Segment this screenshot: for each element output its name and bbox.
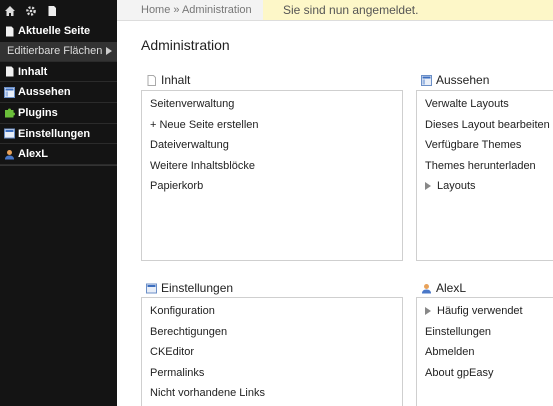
sidebar-item-label: AlexL xyxy=(18,148,48,161)
link-haeufig-verwendet[interactable]: Häufig verwendet xyxy=(417,301,553,322)
settings-window-icon xyxy=(146,283,157,294)
panel-aussehen: Verwalte Layouts Dieses Layout bearbeite… xyxy=(416,90,553,261)
sidebar-item-label: Plugins xyxy=(18,106,58,119)
link-neue-seite-erstellen[interactable]: + Neue Seite erstellen xyxy=(142,115,402,136)
page-title: Administration xyxy=(141,37,230,53)
sidebar-item-label: Einstellungen xyxy=(18,127,91,140)
panel-inhalt: Seitenverwaltung + Neue Seite erstellen … xyxy=(141,90,403,261)
link-nicht-vorhandene-links[interactable]: Nicht vorhandene Links xyxy=(142,383,402,404)
link-weitere-inhaltsbloecke[interactable]: Weitere Inhaltsblöcke xyxy=(142,156,402,177)
panel-title: Inhalt xyxy=(161,73,191,87)
breadcrumb: Home » Administration xyxy=(141,4,252,16)
sidebar-item-label: Aktuelle Seite xyxy=(18,25,91,38)
link-berechtigungen[interactable]: Berechtigungen xyxy=(142,322,402,343)
sidebar-item-einstellungen[interactable]: Einstellungen xyxy=(0,124,117,145)
panel-header-aussehen: Aussehen xyxy=(421,73,489,87)
panel-title: Einstellungen xyxy=(161,281,234,295)
link-themes-herunterladen[interactable]: Themes herunterladen xyxy=(417,156,553,177)
link-einstellungen[interactable]: Einstellungen xyxy=(417,322,553,343)
panel-header-einstellungen: Einstellungen xyxy=(146,281,233,295)
panel-title: Aussehen xyxy=(436,73,490,87)
sidebar-toolbar xyxy=(0,0,117,21)
sidebar-item-label: Inhalt xyxy=(18,65,48,78)
link-label: Layouts xyxy=(437,180,476,193)
link-konfiguration[interactable]: Konfiguration xyxy=(142,301,402,322)
gear-icon[interactable] xyxy=(25,5,37,17)
link-layout-bearbeiten[interactable]: Dieses Layout bearbeiten xyxy=(417,115,553,136)
link-papierkorb[interactable]: Papierkorb xyxy=(142,176,402,197)
puzzle-icon xyxy=(4,107,15,118)
link-about-gpeasy[interactable]: About gpEasy xyxy=(417,363,553,384)
link-verwalte-layouts[interactable]: Verwalte Layouts xyxy=(417,94,553,115)
login-notice: Sie sind nun angemeldet. xyxy=(263,0,553,20)
page-icon xyxy=(146,74,157,86)
sidebar-item-label: Aussehen xyxy=(18,86,71,99)
admin-sidebar: Aktuelle Seite Editierbare Flächen Inhal… xyxy=(0,0,117,406)
user-icon xyxy=(421,283,432,294)
sidebar-item-alexl[interactable]: AlexL xyxy=(0,144,117,166)
home-icon[interactable] xyxy=(4,5,16,17)
breadcrumb-home-link[interactable]: Home xyxy=(141,4,170,16)
page-icon xyxy=(4,26,15,37)
link-abmelden[interactable]: Abmelden xyxy=(417,342,553,363)
link-dateiverwaltung[interactable]: Dateiverwaltung xyxy=(142,135,402,156)
sidebar-empty-area xyxy=(0,165,117,245)
arrow-right-icon xyxy=(425,307,431,316)
link-label: Häufig verwendet xyxy=(437,305,523,318)
link-permalinks[interactable]: Permalinks xyxy=(142,363,402,384)
panel-einstellungen: Konfiguration Berechtigungen CKEditor Pe… xyxy=(141,297,403,406)
sidebar-item-aktuelle-seite[interactable]: Aktuelle Seite xyxy=(0,21,117,42)
page-icon[interactable] xyxy=(46,5,58,17)
panel-alexl: Häufig verwendet Einstellungen Abmelden … xyxy=(416,297,553,406)
arrow-right-icon xyxy=(425,182,431,191)
panel-title: AlexL xyxy=(436,281,467,295)
layout-icon xyxy=(421,74,432,86)
user-icon xyxy=(4,149,15,160)
sidebar-item-plugins[interactable]: Plugins xyxy=(0,103,117,124)
layout-icon xyxy=(4,86,15,98)
breadcrumb-current[interactable]: Administration xyxy=(182,4,252,16)
link-ckeditor[interactable]: CKEditor xyxy=(142,342,402,363)
sidebar-subitem-label: Editierbare Flächen xyxy=(7,45,103,58)
sidebar-item-inhalt[interactable]: Inhalt xyxy=(0,62,117,83)
settings-window-icon xyxy=(4,128,15,139)
breadcrumb-separator: » xyxy=(170,4,182,16)
sidebar-subitem-editable-areas[interactable]: Editierbare Flächen xyxy=(0,41,117,62)
panel-header-inhalt: Inhalt xyxy=(146,73,190,87)
arrow-right-icon xyxy=(106,47,112,56)
top-bar: Home » Administration Sie sind nun angem… xyxy=(117,0,553,21)
link-seitenverwaltung[interactable]: Seitenverwaltung xyxy=(142,94,402,115)
page-icon xyxy=(4,66,15,77)
link-verfuegbare-themes[interactable]: Verfügbare Themes xyxy=(417,135,553,156)
link-layouts[interactable]: Layouts xyxy=(417,176,553,197)
sidebar-item-aussehen[interactable]: Aussehen xyxy=(0,82,117,104)
panel-header-alexl: AlexL xyxy=(421,281,466,295)
